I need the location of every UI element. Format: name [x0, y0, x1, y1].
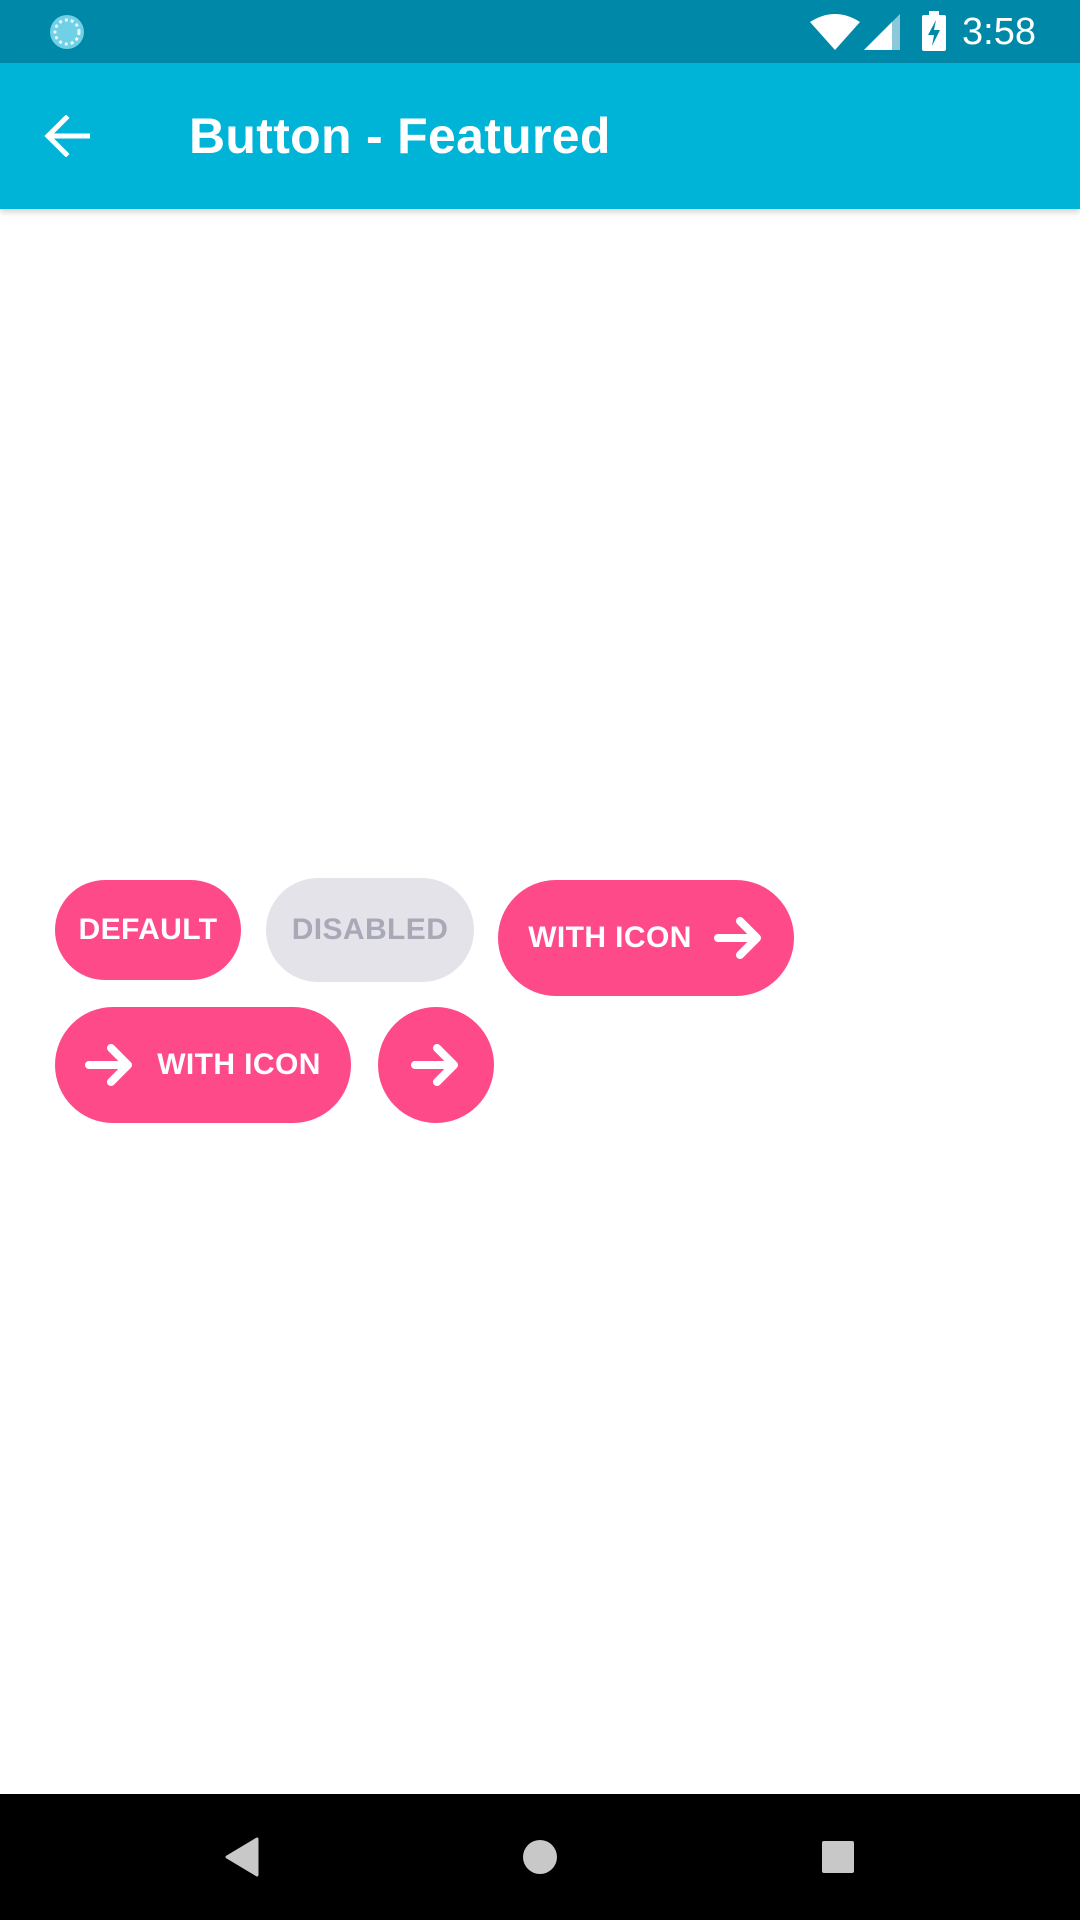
- disabled-button-label: DISABLED: [291, 913, 449, 946]
- nav-home-button[interactable]: [507, 1824, 573, 1890]
- arrow-right-icon: [713, 917, 761, 959]
- default-button[interactable]: DEFAULT: [55, 880, 241, 980]
- nav-back-triangle-icon: [225, 1837, 259, 1877]
- status-bar: 3:58: [0, 0, 1080, 63]
- page-title: Button - Featured: [189, 108, 611, 164]
- default-button-label: DEFAULT: [78, 913, 218, 946]
- cell-signal-icon: [864, 14, 900, 50]
- navigation-bar: [0, 1794, 1080, 1920]
- status-time: 3:58: [962, 11, 1036, 53]
- nav-back-button[interactable]: [208, 1824, 274, 1890]
- nav-recents-button[interactable]: [805, 1824, 871, 1890]
- with-icon-left-button[interactable]: WITH ICON: [55, 1007, 351, 1123]
- arrow-right-icon: [85, 1044, 133, 1086]
- with-icon-right-button[interactable]: WITH ICON: [498, 880, 794, 996]
- sync-indicator-icon: [50, 15, 84, 49]
- battery-charging-icon: [922, 11, 946, 51]
- disabled-button: DISABLED: [266, 878, 474, 982]
- arrow-right-icon: [411, 1044, 458, 1086]
- wifi-icon: [810, 14, 860, 50]
- back-button[interactable]: [34, 103, 100, 169]
- nav-recents-square-icon: [822, 1841, 854, 1873]
- nav-home-circle-icon: [523, 1840, 557, 1874]
- arrow-left-icon: [44, 115, 90, 157]
- icon-only-button[interactable]: [378, 1007, 494, 1123]
- with-icon-right-button-label: WITH ICON: [528, 921, 692, 954]
- with-icon-left-button-label: WITH ICON: [157, 1048, 321, 1081]
- app-bar: Button - Featured: [0, 63, 1080, 209]
